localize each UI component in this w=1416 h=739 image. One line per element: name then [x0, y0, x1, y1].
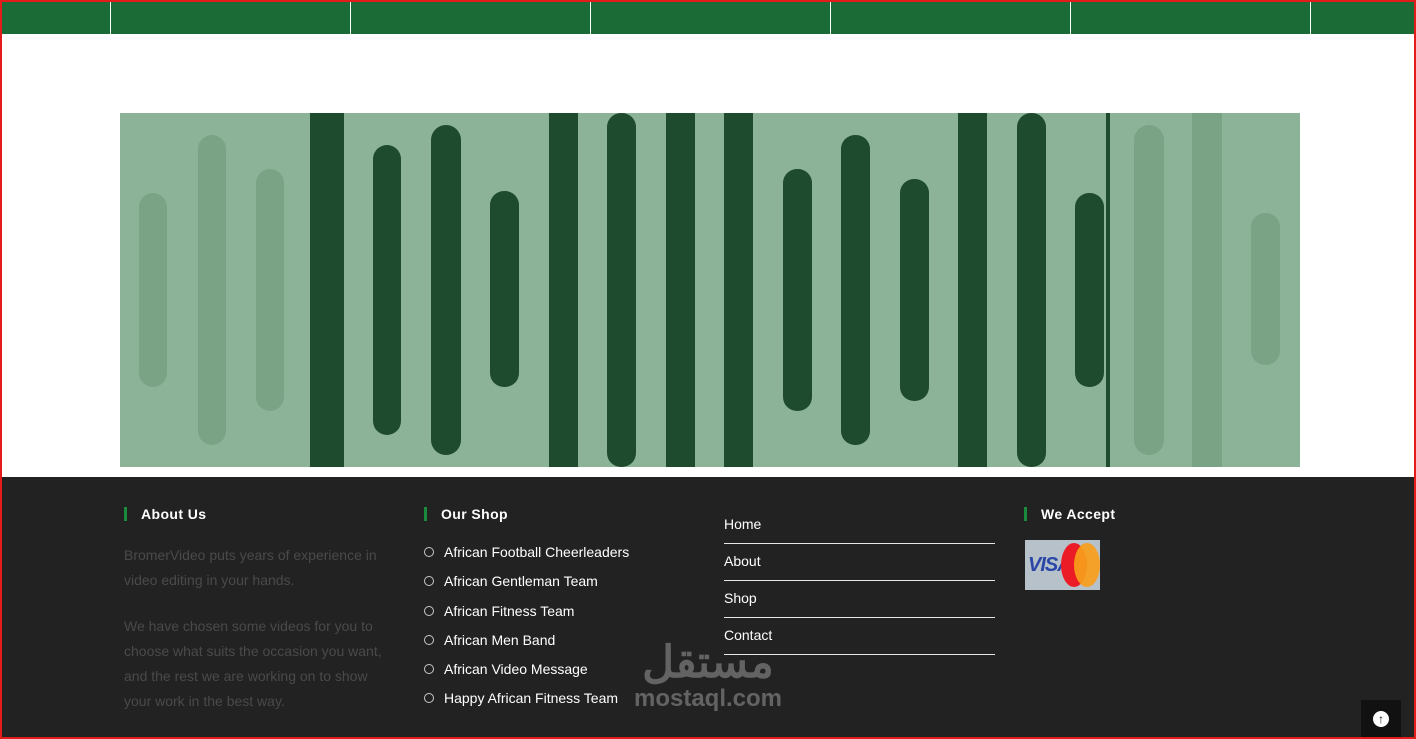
hero-audio-wave-banner	[120, 113, 1300, 467]
shop-item-label: African Men Band	[444, 631, 556, 648]
circle-bullet-icon	[424, 576, 434, 587]
heading-accent-bar	[1024, 507, 1027, 521]
shop-item-link[interactable]: African Gentleman Team	[424, 572, 629, 601]
menu-link-shop[interactable]: Shop	[724, 581, 995, 618]
nav-segment[interactable]	[351, 0, 591, 34]
footer-menu: Home About Shop Contact	[724, 507, 995, 655]
mastercard-orange-circle	[1074, 543, 1100, 587]
about-paragraph-1: BromerVideo puts years of experience in …	[124, 547, 377, 588]
shop-item-label: African Video Message	[444, 661, 588, 678]
payment-cards-logo: VISA	[1025, 540, 1100, 590]
about-heading: About Us	[124, 507, 206, 521]
shop-item-label: African Gentleman Team	[444, 573, 598, 590]
about-heading-text: About Us	[141, 506, 207, 522]
shop-item-link[interactable]: African Football Cheerleaders	[424, 543, 629, 572]
mostaql-watermark: مستقل mostaql.com	[622, 640, 794, 712]
scroll-to-top-button[interactable]: ↑	[1361, 700, 1401, 738]
shop-item-link[interactable]: Happy African Fitness Team	[424, 689, 629, 718]
shop-item-label: African Fitness Team	[444, 602, 575, 619]
nav-segment[interactable]	[1311, 0, 1416, 34]
nav-segment[interactable]	[0, 0, 111, 34]
nav-segment[interactable]	[1071, 0, 1311, 34]
about-paragraph-2: We have chosen some videos for you to ch…	[124, 618, 382, 709]
audio-wave-graphic	[120, 113, 1300, 467]
nav-segment[interactable]	[111, 0, 351, 34]
menu-link-about[interactable]: About	[724, 544, 995, 581]
circle-bullet-icon	[424, 605, 434, 616]
circle-bullet-icon	[424, 693, 434, 704]
top-nav-bar	[0, 0, 1416, 34]
accept-heading-text: We Accept	[1041, 506, 1116, 522]
shop-item-link[interactable]: African Men Band	[424, 631, 629, 660]
accept-heading: We Accept	[1024, 507, 1115, 521]
circle-bullet-icon	[424, 664, 434, 675]
shop-item-link[interactable]: African Fitness Team	[424, 602, 629, 631]
shop-item-label: Happy African Fitness Team	[444, 690, 619, 707]
watermark-latin: mostaql.com	[633, 685, 783, 712]
circle-bullet-icon	[424, 634, 434, 645]
heading-accent-bar	[424, 507, 427, 521]
shop-item-label: African Football Cheerleaders	[444, 544, 630, 560]
shop-list: African Football Cheerleaders African Ge…	[424, 543, 629, 719]
arrow-up-icon: ↑	[1373, 711, 1389, 727]
shop-heading: Our Shop	[424, 507, 508, 521]
nav-segment[interactable]	[831, 0, 1071, 34]
menu-link-home[interactable]: Home	[724, 507, 995, 544]
about-text: BromerVideo puts years of experience in …	[124, 543, 389, 735]
nav-segment[interactable]	[591, 0, 831, 34]
shop-item-link[interactable]: African Video Message	[424, 660, 629, 689]
heading-accent-bar	[124, 507, 127, 521]
watermark-arabic: مستقل	[642, 638, 774, 687]
circle-bullet-icon	[424, 547, 434, 557]
shop-heading-text: Our Shop	[441, 506, 508, 522]
